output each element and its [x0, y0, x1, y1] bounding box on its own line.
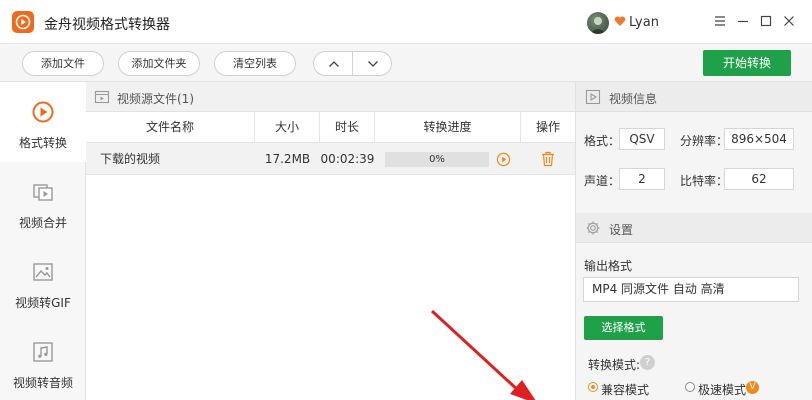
menu-icon[interactable] [712, 13, 728, 29]
app-logo-icon [12, 11, 34, 33]
file-name: 下载的视频 [100, 152, 161, 166]
sidebar-item-label: 格式转换 [18, 136, 67, 150]
sidebar-item-label: 视频转GIF [15, 296, 71, 310]
column-header-name: 文件名称 [86, 112, 255, 143]
progress-bar: 0% [385, 152, 489, 167]
vip-heart-icon [614, 16, 626, 26]
chevron-down-icon [368, 61, 378, 67]
select-format-button[interactable]: 选择格式 [584, 316, 663, 340]
sidebar: 格式转换 视频合并 视频转GIF 视频转音频 [0, 82, 86, 400]
sidebar-item-video-merge[interactable]: 视频合并 [0, 162, 86, 242]
right-panel: 视频信息 格式： QSV 分辨率： 896×504 声道： 2 比特率： 62 … [575, 82, 812, 400]
channels-value: 2 [619, 168, 665, 190]
compatible-mode-radio[interactable] [588, 382, 598, 392]
video-info-title: 视频信息 [609, 92, 658, 106]
music-note-icon [33, 342, 53, 362]
video-info-icon [585, 89, 601, 105]
app-title: 金舟视频格式转换器 [44, 17, 170, 33]
username[interactable]: Lyan [629, 15, 659, 30]
help-icon[interactable]: ? [640, 355, 655, 370]
channels-label: 声道： [584, 174, 621, 188]
clear-list-button[interactable]: 清空列表 [214, 51, 296, 76]
play-icon[interactable] [496, 152, 511, 167]
vip-badge: V [746, 381, 759, 394]
chevron-up-icon [329, 61, 339, 67]
column-header-size: 大小 [255, 112, 320, 143]
file-list-header: 视频源文件(1) [86, 82, 575, 112]
add-folder-button[interactable]: 添加文件夹 [118, 51, 200, 76]
image-icon [33, 263, 53, 281]
progress-text: 0% [429, 154, 445, 165]
resolution-value: 896×504 [724, 128, 794, 150]
minimize-icon[interactable] [735, 13, 751, 29]
video-file-icon [94, 90, 110, 104]
sidebar-item-label: 视频合并 [18, 216, 67, 230]
resolution-label: 分辨率： [680, 134, 729, 148]
sidebar-item-video-to-audio[interactable]: 视频转音频 [0, 322, 86, 400]
gear-icon [586, 221, 600, 235]
settings-title: 设置 [609, 223, 634, 237]
output-format-field[interactable]: MP4 同源文件 自动 高清 [583, 277, 799, 302]
format-label: 格式： [584, 134, 621, 148]
avatar[interactable] [587, 12, 609, 34]
fast-mode-label[interactable]: 极速模式 [698, 381, 746, 398]
sidebar-item-format-convert[interactable]: 格式转换 [0, 82, 86, 162]
compatible-mode-label[interactable]: 兼容模式 [601, 381, 649, 398]
move-up-button[interactable] [313, 51, 353, 76]
add-file-button[interactable]: 添加文件 [22, 51, 104, 76]
settings-header: 设置 [576, 213, 812, 243]
title-bar: 金舟视频格式转换器 Lyan [0, 0, 812, 44]
format-value: QSV [619, 128, 665, 150]
column-header-action: 操作 [521, 112, 575, 143]
play-circle-icon [32, 101, 54, 123]
convert-mode-label: 转换模式: [588, 358, 641, 372]
sidebar-item-label: 视频转音频 [12, 376, 73, 390]
file-duration: 00:02:39 [320, 152, 375, 166]
trash-icon[interactable] [541, 151, 555, 167]
bitrate-label: 比特率： [680, 174, 729, 188]
start-convert-button[interactable]: 开始转换 [703, 50, 791, 76]
bitrate-value: 62 [724, 168, 794, 190]
move-down-button[interactable] [352, 51, 392, 76]
output-format-label: 输出格式 [584, 259, 633, 273]
maximize-icon[interactable] [758, 13, 774, 29]
video-info-header: 视频信息 [576, 82, 812, 112]
close-icon[interactable] [781, 13, 797, 29]
file-list-title: 视频源文件(1) [117, 92, 194, 106]
fast-mode-radio[interactable] [685, 382, 695, 392]
sidebar-item-video-to-gif[interactable]: 视频转GIF [0, 242, 86, 322]
video-merge-icon [33, 184, 53, 201]
table-row[interactable]: 下载的视频 17.2MB 00:02:39 0% [86, 143, 575, 175]
toolbar: 添加文件 添加文件夹 清空列表 开始转换 [0, 44, 812, 82]
column-header-progress: 转换进度 [375, 112, 521, 143]
file-size: 17.2MB [264, 152, 311, 166]
file-list-panel: 视频源文件(1) 文件名称 大小 时长 转换进度 操作 下载的视频 17.2MB… [86, 82, 575, 400]
column-header-duration: 时长 [320, 112, 375, 143]
